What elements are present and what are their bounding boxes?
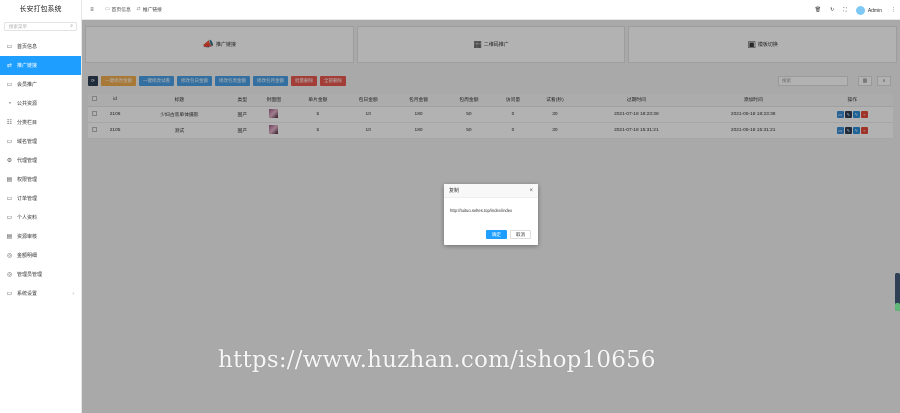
sidebar-item-label: 金额明细 [17,253,38,259]
sidebar-item-label: 管理员管理 [17,272,43,278]
search-icon[interactable]: ⌕ [70,23,73,30]
domain-icon: ▭ [6,139,13,145]
tab-home-label: 首页信息 [111,8,131,13]
sidebar-item-label: 公共资源 [17,101,38,107]
sidebar-item-label: 权限管理 [17,177,38,183]
sidebar-item-11[interactable]: ◎ 金额明细 [0,246,81,265]
sidebar: 长安打包系统 搜索菜单 ⌕ ▭ 首页信息 ⇄ 推广链接 ▭ 会员推广 ◔ 公共资源 ☷ 分类栏目 ▭… [0,0,82,413]
review-icon: ▤ [6,234,13,240]
settings-icon: ▭ [6,291,13,297]
sidebar-item-2[interactable]: ▭ 会员推广 [0,75,81,94]
menu-search-input[interactable]: 搜索菜单 ⌕ [4,22,77,31]
confirm-button[interactable]: 确定 [486,230,507,239]
admin-icon: ◎ [6,272,13,278]
sidebar-item-9[interactable]: ▭ 个人资料 [0,208,81,227]
brand-title: 长安打包系统 [19,6,62,13]
tab-home[interactable]: ▭ 首页信息 [105,6,131,13]
category-icon: ☷ [6,120,13,126]
sidebar-item-label: 推广链接 [17,63,38,69]
sidebar-item-label: 个人资料 [17,215,38,221]
sidebar-item-3[interactable]: ◔ 公共资源 [0,94,81,113]
sidebar-item-1[interactable]: ⇄ 推广链接 [0,56,81,75]
dialog-title: 复制 [449,188,460,194]
tab-promo-link[interactable]: ⇄ 推广链接 [137,6,162,13]
sidebar-item-12[interactable]: ◎ 管理员管理 [0,265,81,284]
home-tab-icon: ▭ [105,7,110,12]
menu-search-placeholder: 搜索菜单 [9,24,27,29]
sidebar-item-10[interactable]: ▤ 资源审核 [0,227,81,246]
sidebar-item-label: 系统设置 [17,291,38,297]
link-tab-icon: ⇄ [136,7,141,12]
admin-label: Admin [867,7,882,14]
menu-toggle-icon[interactable]: ≡ [85,7,99,13]
sidebar-item-label: 域名管理 [17,139,38,145]
trash-icon[interactable]: 🗑 [815,7,821,13]
chevron-right-icon: › [72,290,74,297]
tab-promo-label: 推广链接 [142,8,162,13]
sidebar-item-5[interactable]: ▭ 域名管理 [0,132,81,151]
close-icon[interactable]: × [529,184,533,198]
users-icon: ▭ [6,82,13,88]
sidebar-item-6[interactable]: ⚙ 代理管理 [0,151,81,170]
sidebar-item-label: 分类栏目 [17,120,38,126]
refresh-icon[interactable]: ↻ [830,7,834,13]
sidebar-item-8[interactable]: ▭ 订单管理 [0,189,81,208]
side-scroll-widget[interactable] [895,273,900,311]
fullscreen-icon[interactable]: ⛶ [843,7,847,13]
sidebar-item-13[interactable]: ▭ 系统设置 › [0,284,81,303]
watermark-text: https://www.huzhan.com/ishop10656 [218,347,656,373]
sidebar-item-label: 订单管理 [17,196,38,202]
sidebar-item-0[interactable]: ▭ 首页信息 [0,37,81,56]
more-icon[interactable]: ⋮ [891,7,896,13]
dialog-url: http://tuituo.seltes.top/index/index [450,208,513,213]
cancel-button[interactable]: 取消 [510,230,531,239]
resource-icon: ◔ [7,100,12,107]
user-menu[interactable]: Admin [855,5,882,15]
permission-icon: ▤ [6,177,13,183]
money-icon: ◎ [6,253,13,259]
copy-dialog: 复制 × http://tuituo.seltes.top/index/inde… [444,184,538,245]
sidebar-item-4[interactable]: ☷ 分类栏目 [0,113,81,132]
profile-icon: ▭ [6,215,13,221]
sidebar-item-7[interactable]: ▤ 权限管理 [0,170,81,189]
sidebar-menu: ▭ 首页信息 ⇄ 推广链接 ▭ 会员推广 ◔ 公共资源 ☷ 分类栏目 ▭ 域名管理 ⚙ 代理管理 ▤ 权限管理… [0,37,81,303]
sidebar-item-label: 会员推广 [17,82,38,88]
sidebar-item-label: 资源审核 [17,234,38,240]
agent-icon: ⚙ [6,158,13,164]
top-bar: ≡ ▭ 首页信息 ⇄ 推广链接 🗑 ↻ ⛶ Admin ⋮ [82,0,900,20]
sidebar-item-label: 代理管理 [17,158,38,164]
order-icon: ▭ [6,196,13,202]
avatar [855,5,865,15]
link-icon: ⇄ [6,63,13,69]
home-icon: ▭ [6,44,13,50]
sidebar-item-label: 首页信息 [17,44,38,50]
dialog-header: 复制 × [444,184,538,198]
